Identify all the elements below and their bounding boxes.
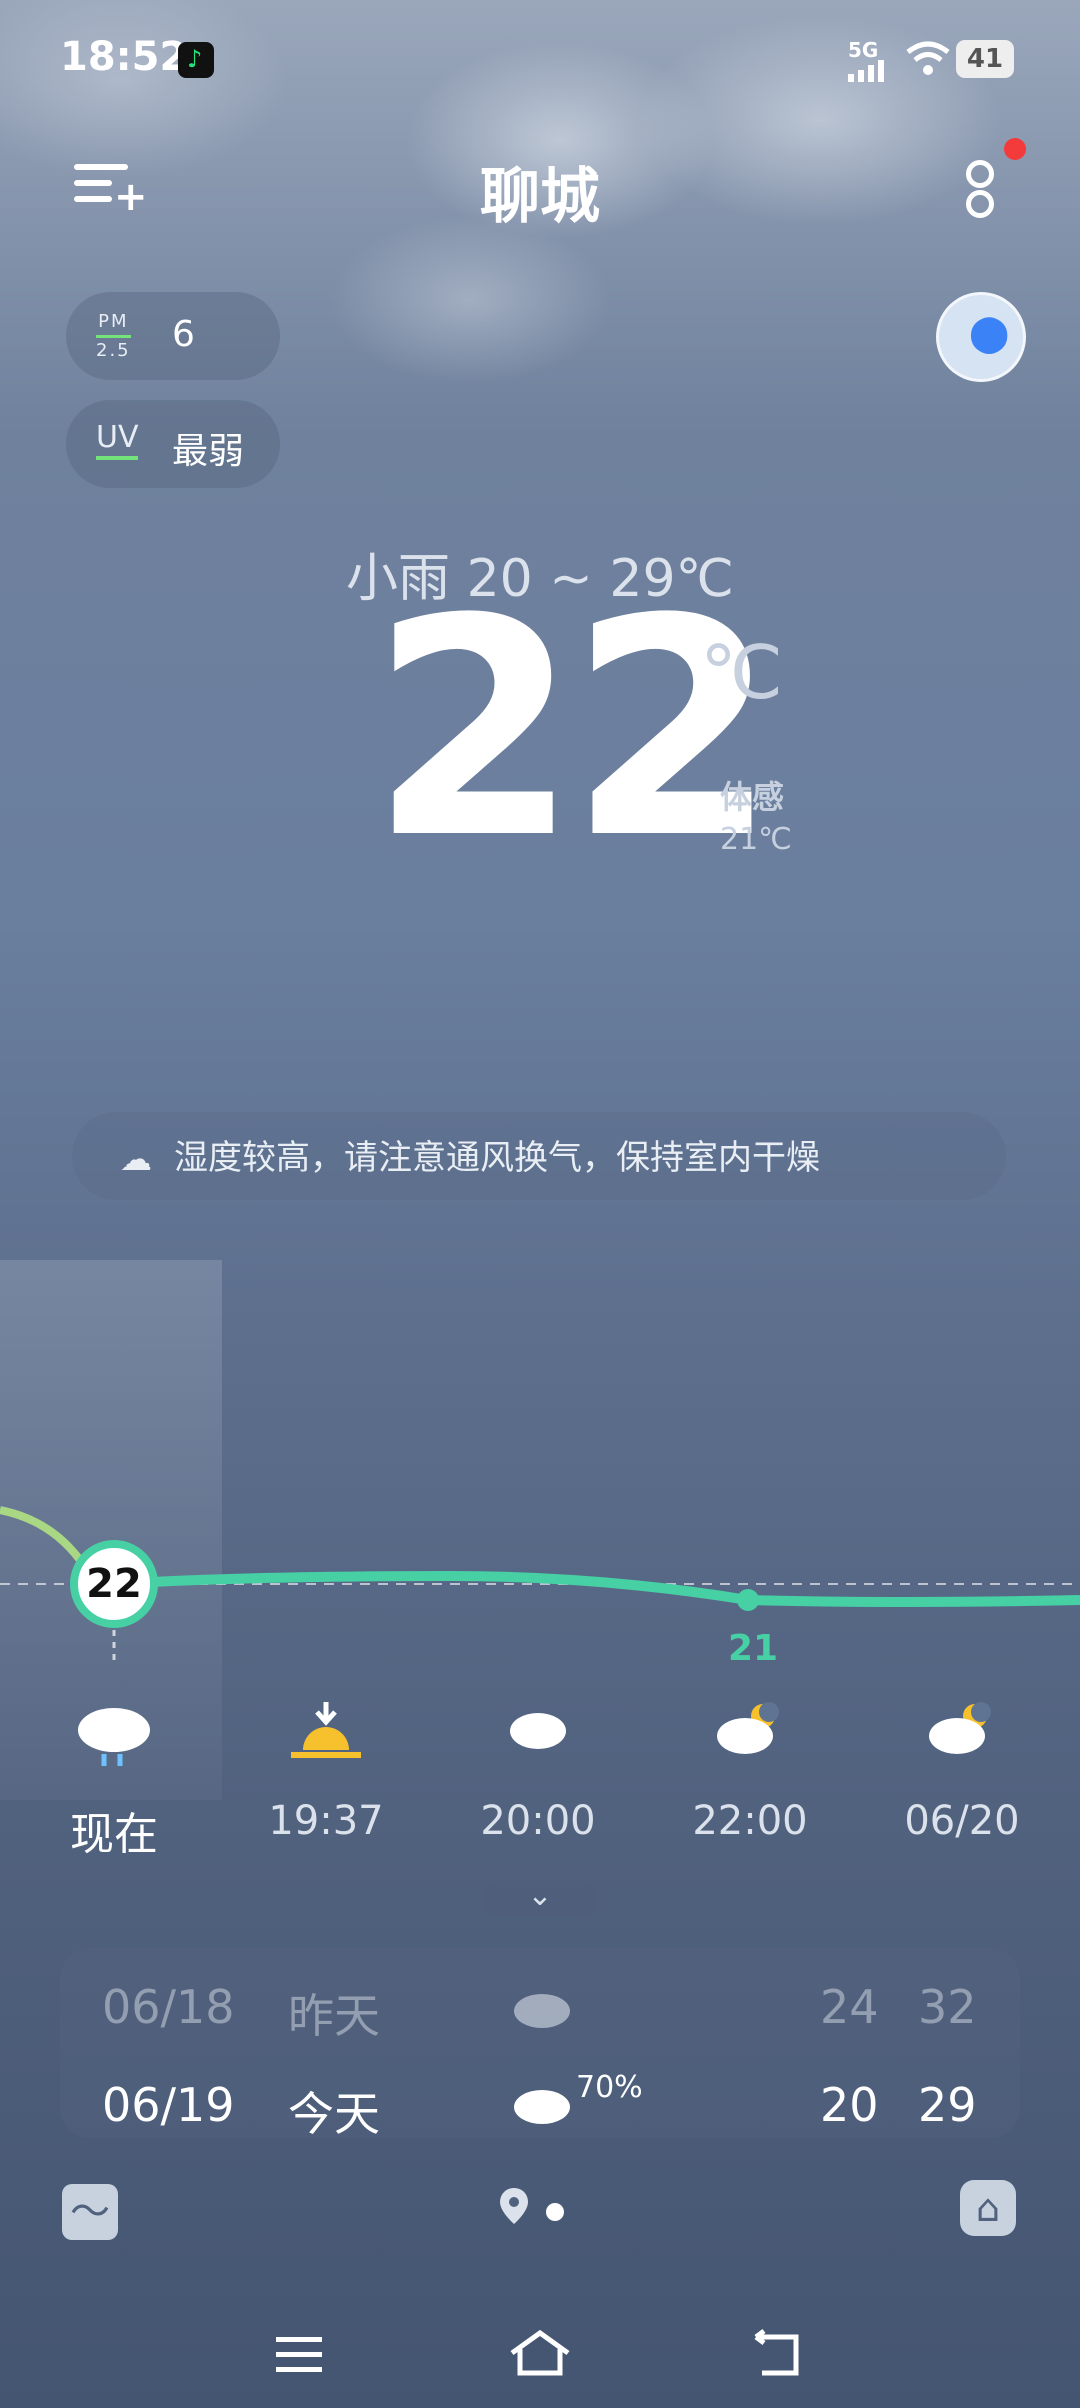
home-icon: ⌂ [975,2186,1001,2230]
forecast-high: 32 [918,1980,977,2034]
forecast-low: 24 [820,1980,879,2034]
forecast-low: 20 [820,2078,879,2132]
min-temperature-label: 21 [728,1628,779,1669]
cloud-icon: ☁ [120,1140,152,1178]
home-card-button[interactable]: ⌂ [960,2180,1016,2236]
home-button[interactable] [508,2326,572,2391]
cloud-icon [512,2082,572,2136]
min-temperature-point [737,1589,759,1611]
hourly-temperature-curve [0,1506,1080,1665]
hourly-item-sunset[interactable]: 19:37 [246,1700,406,1844]
pm25-label: PM 2.5 [96,311,131,361]
pm25-value: 6 [172,314,195,355]
feels-like-label: 体感 [720,778,785,816]
location-pin-icon [498,2186,530,2236]
music-app-icon: ♪ [178,42,214,78]
cloud-icon [512,1986,572,2040]
hourly-item-2000[interactable]: 20:00 [458,1700,618,1844]
forecast-day: 今天 [288,2087,380,2138]
cloud-icon [458,1700,618,1770]
status-time: 18:52 [60,34,188,80]
signal-icon [848,60,892,86]
map-button[interactable]: ⬤ [936,292,1026,382]
forecast-date: 06/18 [102,1980,235,2034]
chevron-down-icon: ⌄ [527,1878,553,1913]
home-icon [510,2329,570,2376]
back-icon [754,2329,799,2376]
forecast-date: 06/19 [102,2078,235,2132]
precipitation-chance: 70% [576,2070,643,2105]
hourly-label: 20:00 [480,1798,596,1844]
tip-text: 湿度较高，请注意通风换气，保持室内干燥 [174,1138,820,1178]
wifi-icon [905,40,951,85]
forecast-row-today[interactable]: 06/19 今天 70% 20 29 [60,2070,1020,2138]
network-indicator: 5G [848,38,879,62]
forecast-high: 29 [918,2078,977,2132]
trend-icon: 〜 [70,2189,110,2235]
uv-label: UV [96,420,139,460]
hourly-label: 06/20 [904,1798,1020,1844]
pm25-badge[interactable]: PM 2.5 6 [66,292,280,380]
location-pin-icon: ⬤ [969,313,1010,354]
hourly-item-2200[interactable]: 22:00 [670,1700,830,1844]
hourly-label: 现在 [70,1809,158,1860]
battery-indicator: 41 [956,40,1014,78]
notification-dot [1004,138,1026,160]
city-title: 聊城 [480,162,600,232]
hourly-label: 19:37 [268,1798,384,1844]
uv-badge[interactable]: UV 最弱 [66,400,280,488]
cloud-moon-icon [882,1700,1042,1770]
sunset-icon [246,1700,406,1770]
hourly-item-now[interactable]: 现在 [34,1700,194,1862]
recent-apps-button[interactable] [274,2326,326,2391]
more-options-button[interactable] [960,158,1000,218]
expand-chevron-button[interactable]: ⌄ [482,1880,598,1916]
trend-chart-button[interactable]: 〜 [62,2184,118,2240]
forecast-row-yesterday[interactable]: 06/18 昨天 24 32 [60,1980,1020,2060]
weather-tip[interactable]: ☁ 湿度较高，请注意通风换气，保持室内干燥 [72,1112,1006,1200]
daily-forecast-card[interactable]: 06/18 昨天 24 32 06/19 今天 70% 20 29 [60,1948,1020,2138]
hourly-item-0620[interactable]: 06/20 [882,1700,1042,1844]
temperature-unit: ℃ [700,630,784,716]
current-temperature: 22 [370,555,777,904]
forecast-day: 昨天 [288,1989,380,2043]
menu-icon [276,2337,322,2372]
rain-cloud-icon [34,1700,194,1770]
back-button[interactable] [752,2326,804,2391]
hourly-label: 22:00 [692,1798,808,1844]
uv-value: 最弱 [172,431,245,472]
cloud-moon-icon [670,1700,830,1770]
feels-like-value: 21℃ [720,822,792,857]
page-indicator-dot [546,2203,564,2221]
now-temperature-bubble: 22 [70,1540,158,1628]
